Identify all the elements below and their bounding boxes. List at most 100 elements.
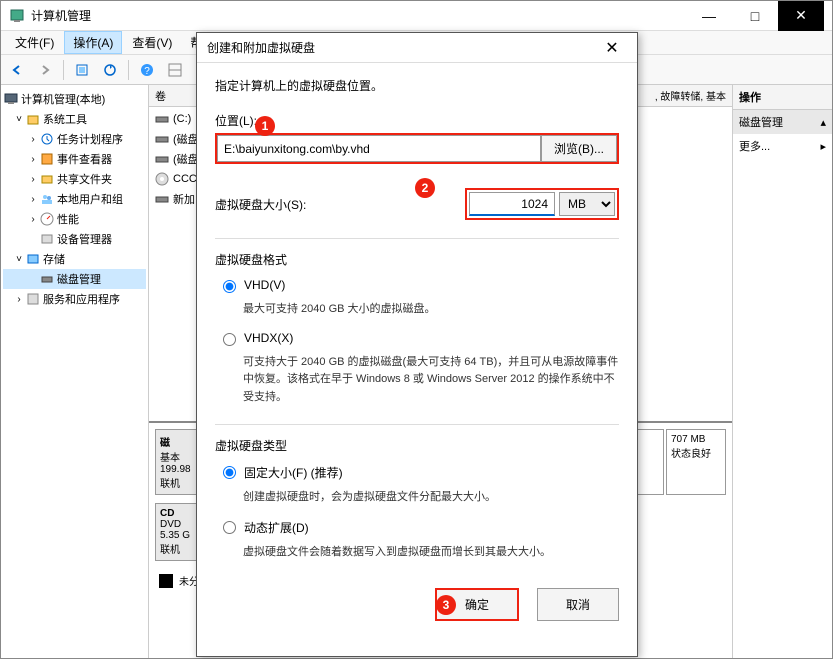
close-button[interactable]: ✕: [778, 1, 824, 31]
fixed-radio-input[interactable]: [223, 466, 236, 479]
tree-eventviewer[interactable]: › 事件查看器: [3, 149, 146, 169]
toolbar-separator: [63, 60, 64, 80]
cd-name: CD: [160, 508, 194, 519]
dynamic-radio-input[interactable]: [223, 521, 236, 534]
size-label: 虚拟硬盘大小(S):: [215, 196, 457, 213]
actions-more[interactable]: 更多... ▸: [733, 134, 832, 158]
disk-status: 联机: [160, 475, 194, 490]
format-group: 虚拟硬盘格式 VHD(V) 最大可支持 2040 GB 大小的虚拟磁盘。 VHD…: [215, 238, 619, 406]
tree-diskmgmt[interactable]: 磁盘管理: [3, 269, 146, 289]
cd-size: 5.35 G: [160, 530, 194, 541]
tree-services[interactable]: › 服务和应用程序: [3, 289, 146, 309]
vhd-radio-label: VHD(V): [244, 278, 285, 292]
dynamic-radio[interactable]: 动态扩展(D): [215, 519, 619, 536]
vhdx-radio-input[interactable]: [223, 333, 236, 346]
vhdx-radio-label: VHDX(X): [244, 331, 293, 345]
tree-devmgr[interactable]: 设备管理器: [3, 229, 146, 249]
tree-systools[interactable]: ˅ 系统工具: [3, 109, 146, 129]
legend-color: [159, 574, 173, 588]
size-group: MB: [465, 188, 619, 220]
dialog-body: 指定计算机上的虚拟硬盘位置。 位置(L): 浏览(B)... 虚拟硬盘大小(S)…: [197, 63, 637, 588]
services-icon: [25, 291, 41, 307]
actions-panel: 操作 磁盘管理 ▴ 更多... ▸: [732, 85, 832, 658]
menu-view[interactable]: 查看(V): [124, 32, 180, 53]
forward-button[interactable]: [33, 58, 57, 82]
dialog-close-button[interactable]: ✕: [597, 33, 627, 63]
action-label: 磁盘管理: [739, 114, 783, 130]
tree-shared[interactable]: › 共享文件夹: [3, 169, 146, 189]
menu-action[interactable]: 操作(A): [64, 31, 122, 54]
tree-label: 任务计划程序: [57, 131, 123, 147]
menu-file[interactable]: 文件(F): [7, 32, 62, 53]
tree-label: 系统工具: [43, 111, 87, 127]
maximize-button[interactable]: □: [732, 1, 778, 31]
perf-icon: [39, 211, 55, 227]
cancel-button[interactable]: 取消: [537, 588, 619, 621]
expand-icon[interactable]: ›: [27, 134, 39, 145]
toolbar-separator: [128, 60, 129, 80]
part-status: 状态良好: [671, 445, 721, 460]
dialog-intro: 指定计算机上的虚拟硬盘位置。: [215, 77, 619, 94]
vhd-radio[interactable]: VHD(V): [215, 278, 619, 293]
annotation-1: 1: [255, 116, 275, 136]
vol-label: (C:): [173, 113, 191, 125]
size-unit-select[interactable]: MB: [559, 192, 615, 216]
part-size: 707 MB: [671, 434, 721, 445]
size-input[interactable]: [469, 192, 555, 216]
dialog-titlebar[interactable]: 创建和附加虚拟硬盘 ✕: [197, 33, 637, 63]
vhdx-radio[interactable]: VHDX(X): [215, 331, 619, 346]
drive-icon: [155, 112, 169, 126]
vol-label: (磁盘: [173, 151, 199, 167]
location-field: 位置(L): 浏览(B)...: [215, 112, 619, 164]
fixed-desc: 创建虚拟硬盘时，会为虚拟硬盘文件分配最大大小。: [215, 489, 619, 507]
tree-label: 磁盘管理: [57, 271, 101, 287]
tree-label: 事件查看器: [57, 151, 112, 167]
expand-icon[interactable]: ˅: [13, 114, 25, 125]
partition[interactable]: 707 MB 状态良好: [666, 429, 726, 495]
tree-label: 共享文件夹: [57, 171, 112, 187]
cd-icon: [155, 172, 169, 186]
tree-scheduler[interactable]: › 任务计划程序: [3, 129, 146, 149]
folder-icon: [39, 171, 55, 187]
disk-info: 磁 基本 199.98 联机: [155, 429, 199, 495]
action-label: 更多...: [739, 138, 770, 154]
dynamic-radio-label: 动态扩展(D): [244, 519, 309, 536]
annotation-2: 2: [415, 178, 435, 198]
expand-icon[interactable]: ›: [13, 294, 25, 305]
vhdx-desc: 可支持大于 2040 GB 的虚拟磁盘(最大可支持 64 TB)，并且可从电源故…: [215, 354, 619, 407]
actions-diskmgmt[interactable]: 磁盘管理 ▴: [733, 110, 832, 134]
back-button[interactable]: [5, 58, 29, 82]
col-volume: 卷: [155, 88, 166, 104]
tool-refresh[interactable]: [98, 58, 122, 82]
chevron-right-icon: ▸: [820, 140, 826, 153]
fixed-radio[interactable]: 固定大小(F) (推荐): [215, 464, 619, 481]
type-group-title: 虚拟硬盘类型: [215, 437, 619, 454]
vhd-desc: 最大可支持 2040 GB 大小的虚拟磁盘。: [215, 301, 619, 319]
tree-storage[interactable]: ˅ 存储: [3, 249, 146, 269]
vol-label: (磁盘: [173, 131, 199, 147]
dynamic-desc: 虚拟硬盘文件会随着数据写入到虚拟硬盘而增长到其最大大小。: [215, 544, 619, 562]
expand-icon[interactable]: ›: [27, 214, 39, 225]
expand-icon[interactable]: ›: [27, 194, 39, 205]
drive-icon: [155, 152, 169, 166]
location-label: 位置(L):: [215, 112, 619, 129]
browse-button[interactable]: 浏览(B)...: [541, 135, 617, 162]
vhd-radio-input[interactable]: [223, 280, 236, 293]
tree-perf[interactable]: › 性能: [3, 209, 146, 229]
expand-icon[interactable]: ˅: [13, 254, 25, 265]
storage-icon: [25, 251, 41, 267]
dialog-title: 创建和附加虚拟硬盘: [207, 39, 597, 56]
tree-root[interactable]: 计算机管理(本地): [3, 89, 146, 109]
minimize-button[interactable]: —: [686, 1, 732, 31]
tool-help[interactable]: ?: [135, 58, 159, 82]
location-input[interactable]: [217, 135, 541, 162]
tree-users[interactable]: › 本地用户和组: [3, 189, 146, 209]
tool-1[interactable]: [70, 58, 94, 82]
device-icon: [39, 231, 55, 247]
tools-icon: [25, 111, 41, 127]
disk-name: 磁: [160, 434, 194, 449]
expand-icon[interactable]: ›: [27, 174, 39, 185]
tool-view1[interactable]: [163, 58, 187, 82]
expand-icon[interactable]: ›: [27, 154, 39, 165]
window-controls: — □ ✕: [686, 1, 824, 31]
